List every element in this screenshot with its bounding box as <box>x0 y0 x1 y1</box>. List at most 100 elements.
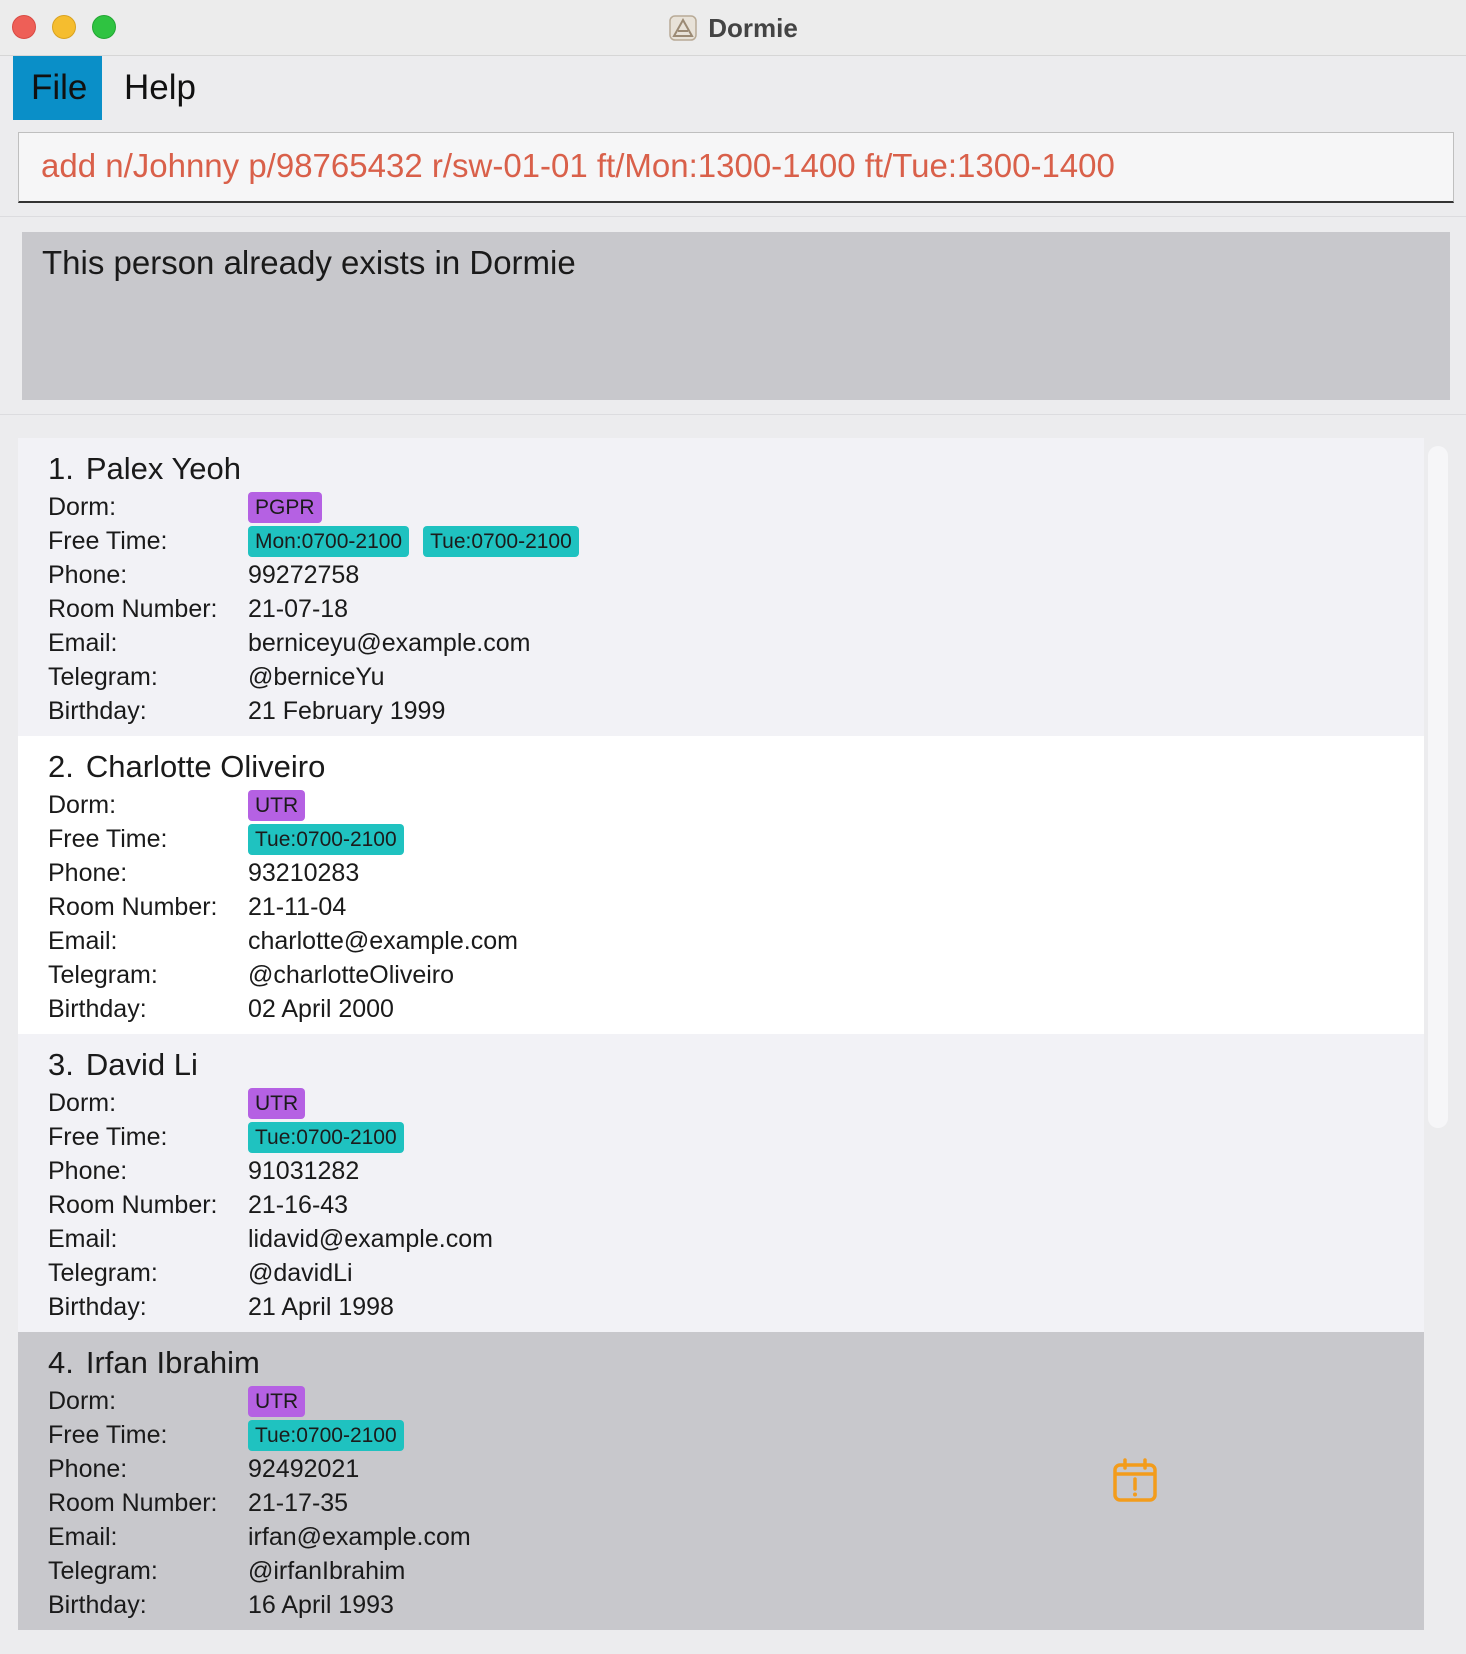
room-label: Room Number: <box>48 1191 218 1219</box>
birthday-value: 21 February 1999 <box>248 697 446 725</box>
room-row: Room Number: 21-07-18 <box>48 592 1394 626</box>
dorm-row: Dorm: UTR <box>48 788 1394 822</box>
menu-bar: File Help <box>0 56 1466 120</box>
phone-row: Phone: 92492021 <box>48 1452 1394 1486</box>
telegram-row: Telegram: @charlotteOliveiro <box>48 958 1394 992</box>
divider <box>0 414 1466 415</box>
dorm-label: Dorm: <box>48 1089 117 1117</box>
room-label: Room Number: <box>48 1489 218 1517</box>
person-index: 2. <box>48 749 74 784</box>
phone-value: 93210283 <box>248 859 360 887</box>
dorm-row: Dorm: UTR <box>48 1086 1394 1120</box>
person-card[interactable]: 2. Charlotte Oliveiro Dorm: UTR Free Time: Tu… <box>18 736 1424 1034</box>
phone-value: 99272758 <box>248 561 360 589</box>
phone-label: Phone: <box>48 1157 128 1185</box>
telegram-value: @irfanIbrahim <box>248 1557 406 1585</box>
phone-row: Phone: 99272758 <box>48 558 1394 592</box>
menu-help[interactable]: Help <box>106 56 214 120</box>
birthday-label: Birthday: <box>48 1293 147 1321</box>
title-bar: Dormie <box>0 0 1466 56</box>
dormie-window: Dormie File Help add n/Johnny p/98765432… <box>0 0 1466 1654</box>
dorm-label: Dorm: <box>48 1387 117 1415</box>
dorm-label: Dorm: <box>48 493 117 521</box>
birthday-label: Birthday: <box>48 1591 147 1619</box>
dorm-tag: UTR <box>248 1087 306 1119</box>
telegram-label: Telegram: <box>48 1259 158 1287</box>
app-logo-icon <box>669 15 697 41</box>
phone-row: Phone: 93210283 <box>48 856 1394 890</box>
dorm-row: Dorm: UTR <box>48 1384 1394 1418</box>
dorm-tag: UTR <box>248 789 306 821</box>
room-label: Room Number: <box>48 893 218 921</box>
email-row: Email: charlotte@example.com <box>48 924 1394 958</box>
birthday-row: Birthday: 21 April 1998 <box>48 1290 1394 1324</box>
free-time-tag: Mon:0700-2100 <box>248 525 410 557</box>
command-input[interactable]: add n/Johnny p/98765432 r/sw-01-01 ft/Mo… <box>18 132 1454 203</box>
dorm-tag: PGPR <box>248 491 322 523</box>
birthday-label: Birthday: <box>48 697 147 725</box>
email-value: berniceyu@example.com <box>248 629 531 657</box>
calendar-alert-icon[interactable] <box>1110 1456 1160 1506</box>
person-name: 2. Charlotte Oliveiro <box>48 746 1394 788</box>
person-name-text: Irfan Ibrahim <box>85 1345 260 1380</box>
divider <box>0 216 1466 217</box>
birthday-value: 16 April 1993 <box>248 1591 394 1619</box>
free-time-label: Free Time: <box>48 527 168 555</box>
email-label: Email: <box>48 1523 118 1551</box>
telegram-label: Telegram: <box>48 1557 158 1585</box>
room-label: Room Number: <box>48 595 218 623</box>
room-row: Room Number: 21-16-43 <box>48 1188 1394 1222</box>
dorm-label: Dorm: <box>48 791 117 819</box>
telegram-row: Telegram: @irfanIbrahim <box>48 1554 1394 1588</box>
person-index: 4. <box>48 1345 74 1380</box>
free-time-tag: Tue:0700-2100 <box>248 823 404 855</box>
free-time-row: Free Time: Tue:0700-2100 <box>48 1120 1394 1154</box>
person-name-text: Palex Yeoh <box>85 451 242 486</box>
email-value: charlotte@example.com <box>248 927 518 955</box>
phone-label: Phone: <box>48 1455 128 1483</box>
menu-file[interactable]: File <box>13 56 102 120</box>
telegram-row: Telegram: @davidLi <box>48 1256 1394 1290</box>
free-time-row: Free Time: Tue:0700-2100 <box>48 822 1394 856</box>
free-time-tag: Tue:0700-2100 <box>248 1419 404 1451</box>
person-name-text: David Li <box>85 1047 198 1082</box>
result-message: This person already exists in Dormie <box>42 244 576 281</box>
person-name: 4. Irfan Ibrahim <box>48 1342 1394 1384</box>
birthday-value: 02 April 2000 <box>248 995 394 1023</box>
email-value: lidavid@example.com <box>248 1225 493 1253</box>
person-name: 3. David Li <box>48 1044 1394 1086</box>
result-display: This person already exists in Dormie <box>22 232 1450 400</box>
telegram-row: Telegram: @berniceYu <box>48 660 1394 694</box>
room-row: Room Number: 21-17-35 <box>48 1486 1394 1520</box>
email-row: Email: lidavid@example.com <box>48 1222 1394 1256</box>
person-card[interactable]: 4. Irfan Ibrahim Dorm: UTR Free Time: Tue:070… <box>18 1332 1424 1630</box>
telegram-value: @davidLi <box>248 1259 353 1287</box>
room-value: 21-16-43 <box>248 1191 349 1219</box>
person-card[interactable]: 3. David Li Dorm: UTR Free Time: Tue:0700-210… <box>18 1034 1424 1332</box>
list-scrollbar[interactable] <box>1428 446 1448 1128</box>
phone-row: Phone: 91031282 <box>48 1154 1394 1188</box>
person-list[interactable]: 1. Palex Yeoh Dorm: PGPR Free Time: Mon:0700-… <box>18 438 1424 1644</box>
birthday-row: Birthday: 02 April 2000 <box>48 992 1394 1026</box>
email-row: Email: irfan@example.com <box>48 1520 1394 1554</box>
phone-value: 91031282 <box>248 1157 360 1185</box>
birthday-value: 21 April 1998 <box>248 1293 394 1321</box>
room-value: 21-07-18 <box>248 595 349 623</box>
room-row: Room Number: 21-11-04 <box>48 890 1394 924</box>
person-card[interactable]: 1. Palex Yeoh Dorm: PGPR Free Time: Mon:0700-… <box>18 438 1424 736</box>
telegram-label: Telegram: <box>48 961 158 989</box>
email-value: irfan@example.com <box>248 1523 471 1551</box>
free-time-label: Free Time: <box>48 1123 168 1151</box>
birthday-label: Birthday: <box>48 995 147 1023</box>
telegram-label: Telegram: <box>48 663 158 691</box>
email-label: Email: <box>48 927 118 955</box>
phone-label: Phone: <box>48 859 128 887</box>
birthday-row: Birthday: 21 February 1999 <box>48 694 1394 728</box>
free-time-tag: Tue:0700-2100 <box>423 525 579 557</box>
free-time-row: Free Time: Tue:0700-2100 <box>48 1418 1394 1452</box>
window-title: Dormie <box>708 12 798 43</box>
birthday-row: Birthday: 16 April 1993 <box>48 1588 1394 1622</box>
free-time-tag: Tue:0700-2100 <box>248 1121 404 1153</box>
room-value: 21-11-04 <box>248 893 347 921</box>
email-row: Email: berniceyu@example.com <box>48 626 1394 660</box>
